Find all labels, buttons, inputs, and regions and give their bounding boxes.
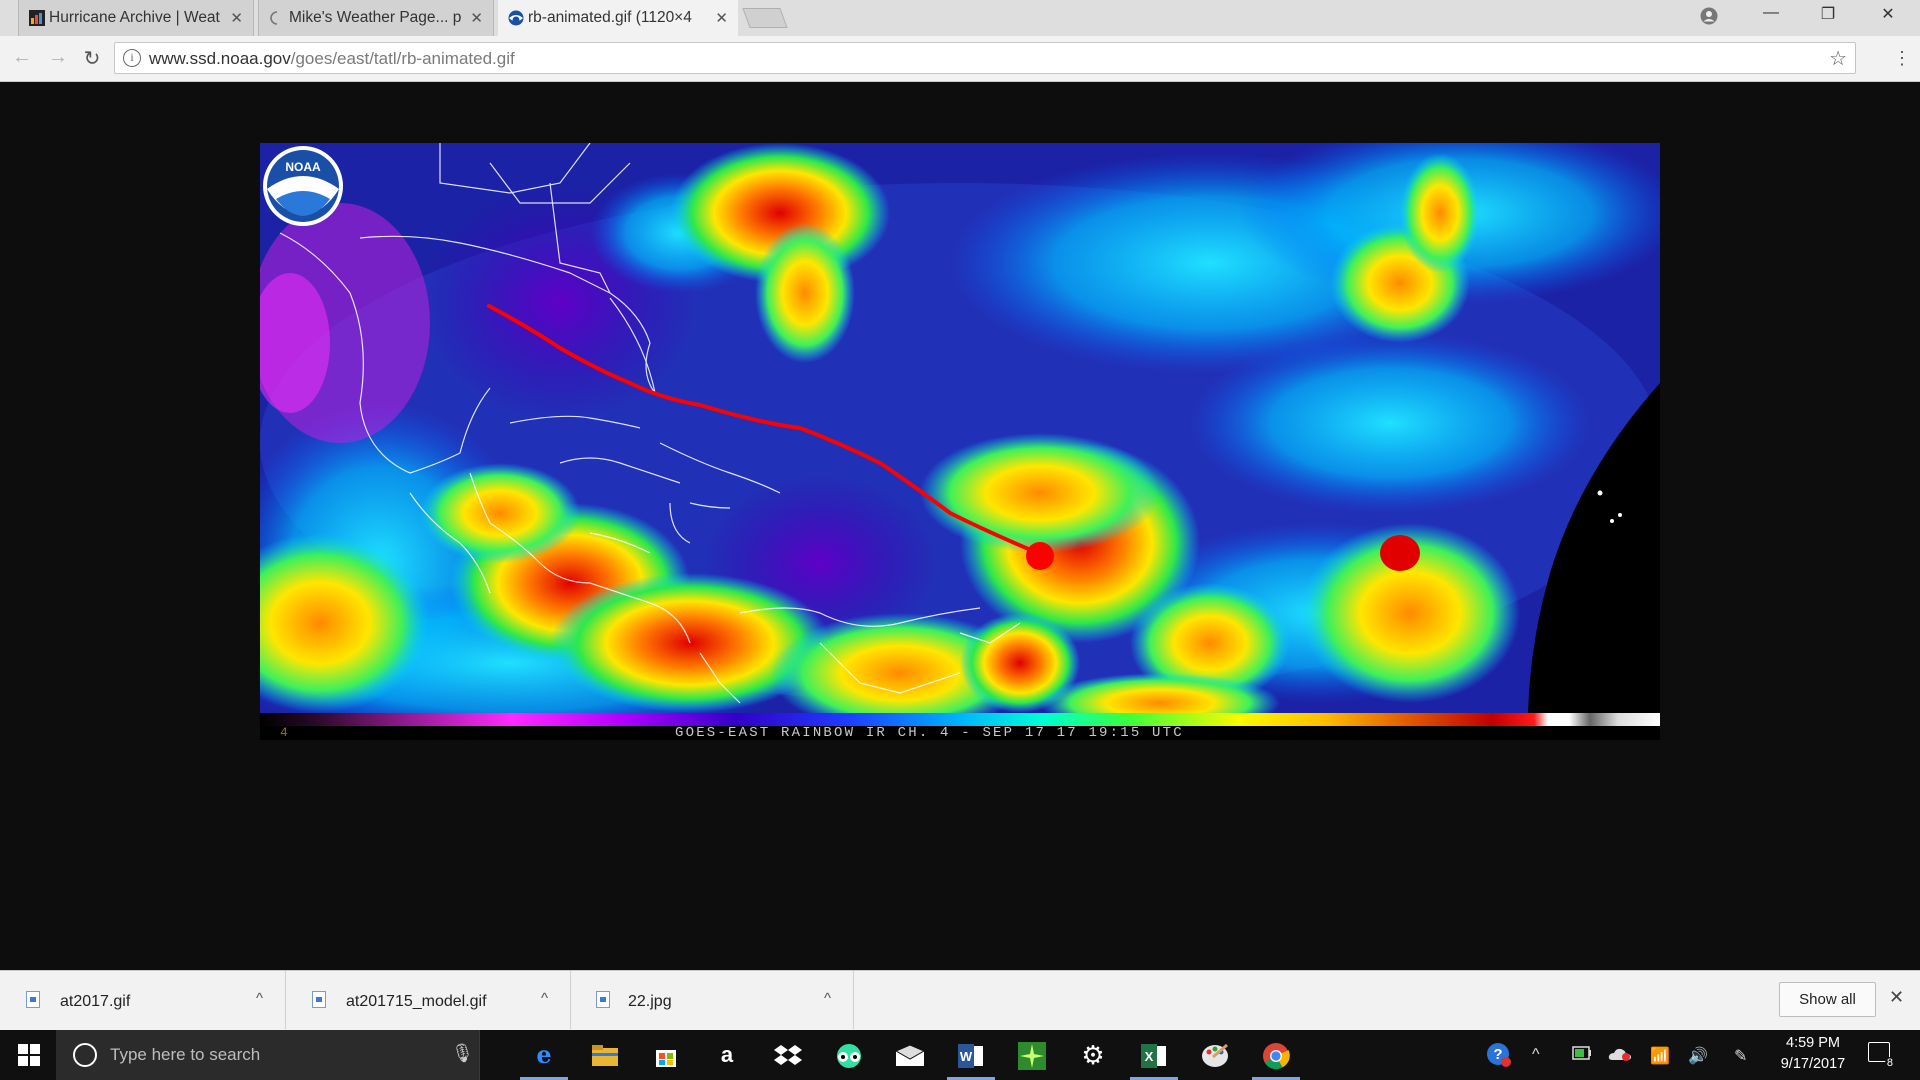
wifi-icon[interactable]: 📶 [1650, 1046, 1670, 1066]
profile-icon[interactable] [1700, 7, 1718, 25]
download-filename: 22.jpg [628, 993, 672, 1010]
word-icon[interactable]: W [943, 1036, 999, 1080]
cortana-icon[interactable] [73, 1043, 97, 1067]
bookmark-star-icon[interactable]: ☆ [1829, 46, 1847, 71]
onedrive-icon[interactable] [1608, 1046, 1632, 1067]
tab-title: rb-animated.gif (1120×4 [528, 9, 692, 26]
chevron-up-icon[interactable]: ^ [1532, 1046, 1540, 1064]
browser-toolbar: ← → ↻ i www.ssd.noaa.gov/goes/east/tatl/… [0, 36, 1920, 82]
loading-icon [270, 11, 278, 25]
excel-icon[interactable]: X [1126, 1036, 1182, 1080]
noaa-icon [508, 10, 524, 26]
chevron-up-icon[interactable]: ^ [824, 990, 831, 1007]
edge-icon[interactable]: e [516, 1036, 572, 1080]
site-info-icon[interactable]: i [123, 49, 141, 67]
tripadvisor-icon[interactable] [821, 1036, 877, 1076]
show-all-button[interactable]: Show all [1779, 982, 1876, 1017]
tab-strip: Hurricane Archive | Weat ✕ Mike's Weathe… [0, 0, 1920, 36]
app-green-icon[interactable] [1004, 1036, 1060, 1076]
close-window-icon[interactable]: ✕ [1873, 4, 1903, 24]
download-item[interactable]: 22.jpg ^ [571, 971, 854, 1029]
chevron-up-icon[interactable]: ^ [541, 990, 548, 1007]
chevron-up-icon[interactable]: ^ [256, 990, 263, 1007]
channel-mark: 4 [280, 725, 288, 740]
downloads-shelf: at2017.gif ^ at201715_model.gif ^ 22.jpg… [0, 970, 1920, 1030]
paint-icon[interactable] [1187, 1036, 1243, 1076]
svg-text:X: X [1145, 1049, 1154, 1064]
close-shelf-icon[interactable]: ✕ [1889, 987, 1904, 1008]
chrome-icon[interactable] [1248, 1036, 1304, 1080]
screen: Hurricane Archive | Weat ✕ Mike's Weathe… [0, 0, 1920, 1080]
satellite-image: NOAA [260, 143, 1660, 713]
amazon-icon[interactable]: a [699, 1036, 755, 1076]
image-caption: GOES-EAST RAINBOW IR CH. 4 - SEP 17 17 1… [675, 725, 1184, 741]
volume-icon[interactable]: 🔊 [1688, 1046, 1708, 1066]
download-item[interactable]: at201715_model.gif ^ [286, 971, 571, 1029]
notification-count: 8 [1884, 1057, 1895, 1069]
taskbar-clock[interactable]: 4:59 PM 9/17/2017 [1768, 1033, 1858, 1075]
noaa-logo-icon [263, 146, 343, 226]
microphone-icon[interactable]: 🎙 [451, 1043, 474, 1064]
windows-start-icon[interactable] [18, 1044, 40, 1066]
windows-taskbar: Type here to search 🎙 e a W ⚙ X ? ^ 📶 🔊 … [0, 1030, 1920, 1080]
tab-title: Hurricane Archive | Weat [49, 9, 220, 26]
back-icon[interactable]: ← [10, 46, 34, 69]
clock-date: 9/17/2017 [1780, 1056, 1846, 1072]
pen-icon[interactable]: ✎ [1734, 1046, 1747, 1066]
tab-hurricane-archive[interactable]: Hurricane Archive | Weat ✕ [18, 0, 254, 36]
minimize-icon[interactable]: — [1756, 4, 1786, 22]
mail-icon[interactable] [882, 1036, 938, 1076]
dropbox-icon[interactable] [760, 1036, 816, 1076]
settings-icon[interactable]: ⚙ [1065, 1036, 1121, 1076]
clock-time: 4:59 PM [1786, 1035, 1840, 1051]
tab-mikes-weather[interactable]: Mike's Weather Page... p ✕ [258, 0, 494, 36]
svg-text:?: ? [1493, 1046, 1502, 1063]
tab-close-icon[interactable]: ✕ [715, 9, 728, 27]
image-file-icon [596, 991, 610, 1008]
restore-icon[interactable]: ❐ [1813, 4, 1843, 24]
download-filename: at2017.gif [60, 993, 131, 1010]
action-center-icon[interactable]: 8 [1868, 1042, 1895, 1069]
reload-icon[interactable]: ↻ [80, 46, 104, 71]
image-file-icon [26, 991, 40, 1008]
download-filename: at201715_model.gif [346, 993, 487, 1010]
noaa-logo-text: NOAA [285, 160, 321, 174]
image-file-icon [312, 991, 326, 1008]
address-bar[interactable]: i www.ssd.noaa.gov/goes/east/tatl/rb-ani… [114, 42, 1856, 74]
wu-icon [29, 10, 45, 26]
tab-rb-animated[interactable]: rb-animated.gif (1120×4 ✕ [498, 0, 738, 36]
url-text[interactable]: www.ssd.noaa.gov/goes/east/tatl/rb-anima… [149, 49, 515, 69]
taskbar-search-box[interactable]: Type here to search 🎙 [56, 1030, 480, 1080]
store-icon[interactable] [638, 1036, 694, 1076]
battery-icon[interactable] [1572, 1046, 1592, 1065]
download-item[interactable]: at2017.gif ^ [0, 971, 286, 1029]
chrome-menu-icon[interactable]: ⋮ [1893, 48, 1911, 69]
tab-close-icon[interactable]: ✕ [470, 9, 483, 27]
new-tab-button[interactable] [742, 8, 788, 28]
search-placeholder: Type here to search [110, 1045, 261, 1064]
tab-close-icon[interactable]: ✕ [230, 9, 243, 27]
tab-title: Mike's Weather Page... p [289, 9, 462, 26]
svg-text:W: W [960, 1049, 973, 1064]
help-icon[interactable]: ? [1486, 1042, 1512, 1073]
file-explorer-icon[interactable] [577, 1036, 633, 1076]
forward-icon[interactable]: → [46, 46, 70, 69]
